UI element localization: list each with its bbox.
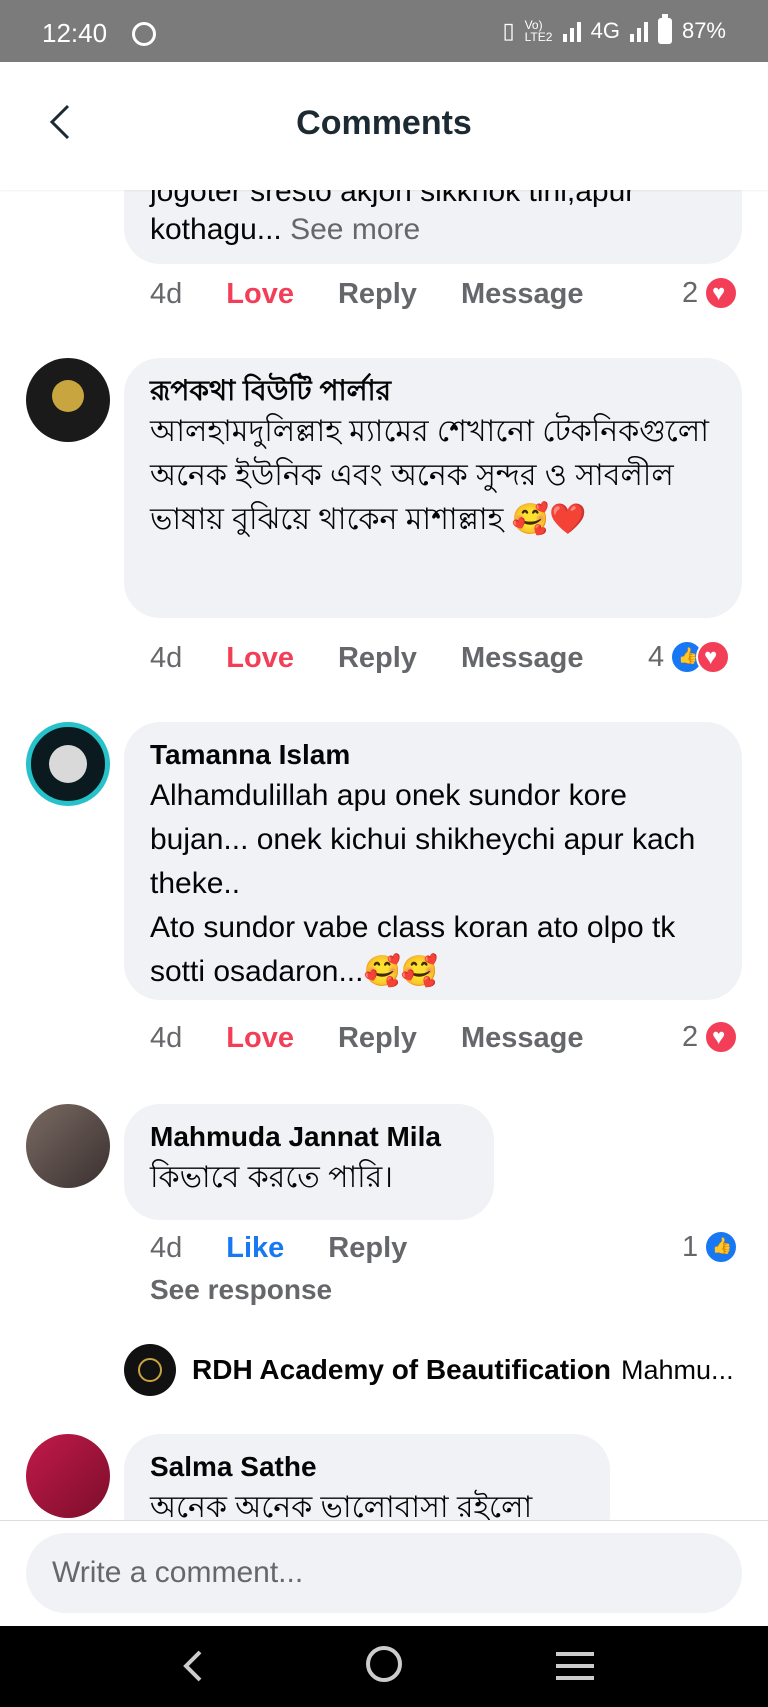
nav-home-icon[interactable] (366, 1646, 402, 1682)
comment-time: 4d (150, 642, 183, 674)
comment-input[interactable]: Write a comment... (26, 1533, 742, 1613)
reply-preview[interactable]: RDH Academy of Beautification Mahmu... (192, 1354, 734, 1386)
avatar[interactable] (26, 1104, 110, 1188)
reaction-summary[interactable]: 2 (682, 1020, 739, 1054)
comment-composer: Write a comment... (0, 1520, 768, 1627)
like-reaction-button[interactable]: Like (226, 1232, 284, 1265)
reaction-summary[interactable]: 2 (682, 276, 739, 310)
reply-button[interactable]: Reply (338, 278, 417, 311)
volte-label: Vo) LTE2 (524, 18, 553, 44)
heart-reaction-icon (704, 1020, 739, 1054)
comment-actions: 4d Like Reply (150, 1232, 407, 1265)
see-more-link[interactable]: See more (290, 213, 420, 246)
message-button[interactable]: Message (461, 1022, 584, 1055)
comment-time: 4d (150, 278, 183, 310)
nav-recents-icon[interactable] (556, 1652, 594, 1688)
reply-button[interactable]: Reply (338, 1022, 417, 1055)
battery-level: 87% (681, 18, 726, 43)
vibrate-icon: ▯ (502, 18, 515, 43)
comment-bubble: Mahmuda Jannat Mila কিভাবে করতে পারি। (124, 1104, 494, 1220)
comment-time: 4d (150, 1232, 183, 1264)
reaction-summary[interactable]: 1 (682, 1230, 739, 1264)
page-title: Comments (296, 104, 472, 142)
reply-snippet: Mahmu... (621, 1354, 734, 1385)
signal-icon-2 (629, 20, 648, 42)
comment-bubble: রূপকথা বিউটি পার্লার আলহামদুলিল্লাহ ম্যা… (124, 358, 742, 618)
heart-reaction-icon (696, 640, 731, 674)
avatar[interactable] (26, 358, 110, 442)
whatsapp-icon (132, 22, 156, 46)
comment-author[interactable]: Tamanna Islam (150, 736, 716, 774)
reaction-summary[interactable]: 4 (648, 640, 731, 674)
comments-header: Comments (0, 62, 768, 190)
avatar[interactable] (26, 722, 110, 806)
reply-button[interactable]: Reply (338, 642, 417, 675)
reply-button[interactable]: Reply (328, 1232, 407, 1265)
reaction-count: 4 (648, 640, 665, 673)
comment-text: আলহামদুলিল্লাহ ম্যামের শেখানো টেকনিকগুলো… (150, 415, 709, 536)
message-button[interactable]: Message (461, 278, 584, 311)
comment-actions: 4d Love Reply Message (150, 278, 583, 311)
love-reaction-button[interactable]: Love (226, 1022, 294, 1055)
like-reaction-icon (704, 1230, 739, 1264)
see-response-link[interactable]: See response (150, 1274, 332, 1306)
status-bar: 12:40 ▯ Vo) LTE2 4G 87% (0, 0, 768, 62)
nav-back-icon[interactable] (178, 1648, 208, 1684)
comment-bubble: Salma Sathe অনেক অনেক ভালোবাসা রইলো (124, 1434, 610, 1520)
reaction-count: 2 (682, 276, 699, 309)
status-icons: ▯ Vo) LTE2 4G 87% (502, 14, 726, 44)
battery-icon (657, 14, 672, 44)
reaction-count: 1 (682, 1230, 699, 1263)
reply-avatar[interactable] (124, 1344, 176, 1396)
network-type: 4G (590, 18, 620, 43)
comment-author[interactable]: রূপকথা বিউটি পার্লার (150, 372, 716, 410)
comment-text: Alhamdulillah apu onek sundor kore bujan… (150, 779, 696, 900)
comment-author[interactable]: Salma Sathe (150, 1448, 584, 1486)
comment-bubble: jogoter sresto akjon sikkhok tini,apur k… (124, 190, 742, 264)
signal-icon (562, 20, 581, 42)
reply-author: RDH Academy of Beautification (192, 1354, 612, 1385)
comment-actions: 4d Love Reply Message (150, 1022, 583, 1055)
comment-actions: 4d Love Reply Message (150, 642, 583, 675)
comment-author[interactable]: Mahmuda Jannat Mila (150, 1118, 468, 1156)
heart-reaction-icon (704, 276, 739, 310)
comment-text: অনেক অনেক ভালোবাসা রইলো (150, 1491, 533, 1520)
comment-text: কিভাবে করতে পারি। (150, 1161, 393, 1194)
comment-time: 4d (150, 1022, 183, 1054)
system-nav-bar (0, 1626, 768, 1707)
love-reaction-button[interactable]: Love (226, 642, 294, 675)
message-button[interactable]: Message (461, 642, 584, 675)
avatar[interactable] (26, 1434, 110, 1518)
comment-text-2: Ato sundor vabe class koran ato olpo tk … (150, 911, 676, 988)
reaction-count: 2 (682, 1020, 699, 1053)
comment-bubble: Tamanna Islam Alhamdulillah apu onek sun… (124, 722, 742, 1000)
love-reaction-button[interactable]: Love (226, 278, 294, 311)
status-time: 12:40 (42, 18, 108, 48)
comments-list[interactable]: jogoter sresto akjon sikkhok tini,apur k… (0, 190, 768, 1520)
comment-text: kothagu... See more (150, 213, 421, 246)
